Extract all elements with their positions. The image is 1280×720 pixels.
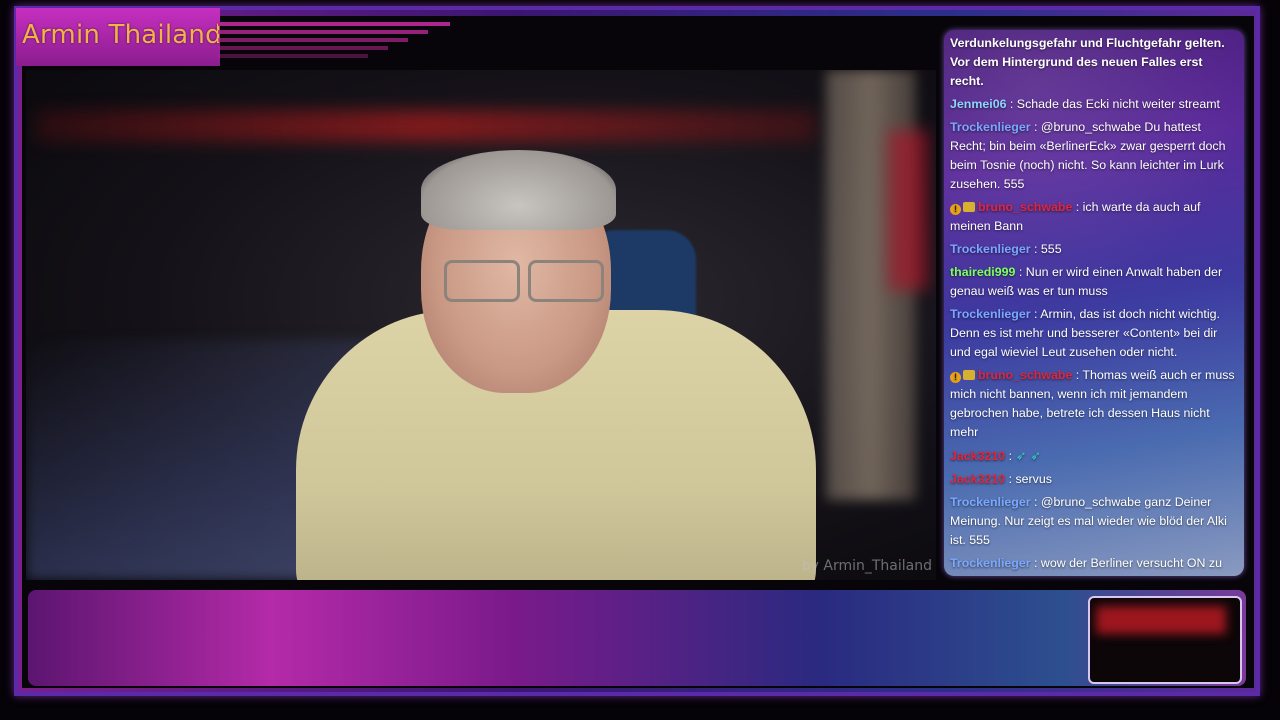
chat-message: Jenmei06 : Schade das Ecki nicht weiter …: [950, 95, 1238, 114]
chat-username[interactable]: thairedi999: [950, 265, 1015, 279]
subscriber-badge-icon: [963, 370, 975, 380]
title-stripe: [218, 46, 388, 50]
chat-username[interactable]: bruno_schwabe: [978, 200, 1072, 214]
chat-message: Trockenlieger : @bruno_schwabe Du hattes…: [950, 118, 1238, 194]
chat-username[interactable]: bruno_schwabe: [978, 368, 1072, 382]
streamer-hair: [421, 150, 616, 230]
title-stripe: [218, 38, 408, 42]
chat-text: : 555: [1030, 242, 1062, 256]
bottom-banner: [28, 590, 1246, 686]
chat-message: Trockenlieger : wow der Berliner versuch…: [950, 554, 1238, 576]
chat-username[interactable]: Trockenlieger: [950, 120, 1031, 134]
title-stripe: [218, 30, 428, 34]
chat-message: ! bruno_schwabe : Thomas weiß auch er mus…: [950, 366, 1238, 442]
subscriber-badge-icon: [963, 202, 975, 212]
camera-light: [1096, 606, 1226, 634]
chat-message: Trockenlieger : @bruno_schwabe ganz Dein…: [950, 493, 1238, 550]
chat-text: Verdunkelungsgefahr und Fluchtgefahr gel…: [950, 36, 1225, 88]
chat-username[interactable]: Jack3210: [950, 472, 1005, 486]
title-stripe: [218, 22, 450, 26]
chat-text: : Schade das Ecki nicht weiter streamt: [1006, 97, 1220, 111]
chat-panel[interactable]: Verdunkelungsgefahr und Fluchtgefahr gel…: [944, 30, 1244, 576]
webcam-video[interactable]: by Armin_Thailand: [26, 70, 936, 580]
chat-message: Jack3210 : ➶ ➶: [950, 446, 1238, 466]
secondary-camera: [1088, 596, 1242, 684]
info-badge-icon: !: [950, 204, 961, 215]
background-light: [888, 130, 928, 290]
chat-message: thairedi999 : Nun er wird einen Anwalt h…: [950, 263, 1238, 301]
chat-username[interactable]: Trockenlieger: [950, 242, 1031, 256]
stream-title: Armin Thailand: [22, 20, 222, 50]
chat-message-list: Verdunkelungsgefahr und Fluchtgefahr gel…: [944, 30, 1244, 576]
info-badge-icon: !: [950, 372, 961, 383]
watermark: by Armin_Thailand: [801, 558, 932, 574]
chat-username[interactable]: Trockenlieger: [950, 307, 1031, 321]
chat-message: ! bruno_schwabe : ich warte da auch auf m…: [950, 198, 1238, 236]
title-stripe: [218, 54, 368, 58]
background-light: [36, 110, 816, 142]
chat-username[interactable]: Jenmei06: [950, 97, 1006, 111]
chat-text: :: [1005, 449, 1013, 463]
chat-text: : servus: [1005, 472, 1052, 486]
chat-username[interactable]: Trockenlieger: [950, 556, 1031, 570]
chat-message: Trockenlieger : Armin, das ist doch nich…: [950, 305, 1238, 362]
glasses: [436, 260, 606, 302]
chat-message: Jack3210 : servus: [950, 470, 1238, 489]
arrow-emote-icon: ➶ ➶: [1012, 448, 1042, 463]
chat-message: Trockenlieger : 555: [950, 240, 1238, 259]
chat-message: Verdunkelungsgefahr und Fluchtgefahr gel…: [950, 34, 1238, 91]
chat-username[interactable]: Trockenlieger: [950, 495, 1031, 509]
chat-username[interactable]: Jack3210: [950, 449, 1005, 463]
